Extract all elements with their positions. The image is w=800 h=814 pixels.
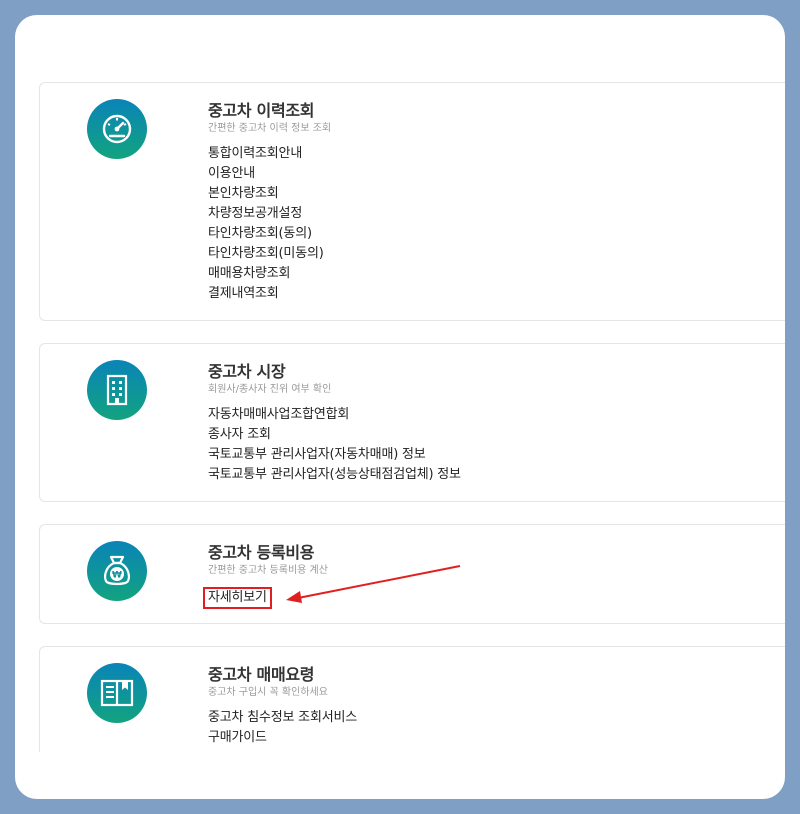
link-molit-dealer-info[interactable]: 국토교통부 관리사업자(자동차매매) 정보 — [208, 445, 461, 465]
section-subtitle: 중고차 구입시 꼭 확인하세요 — [208, 687, 328, 698]
link-employee-lookup[interactable]: 종사자 조회 — [208, 425, 461, 445]
content-viewport: 중고차 이력조회 간편한 중고차 이력 정보 조회 통합이력조회안내 이용안내 … — [39, 82, 785, 752]
section-title: 중고차 이력조회 — [208, 101, 315, 120]
link-other-vehicle-no-consent[interactable]: 타인차량조회(미동의) — [208, 244, 331, 264]
link-own-vehicle-lookup[interactable]: 본인차량조회 — [208, 184, 331, 204]
annotation-arrow — [286, 565, 461, 603]
link-molit-inspection-info[interactable]: 국토교통부 관리사업자(성능상태점검업체) 정보 — [208, 465, 461, 485]
speedometer-icon — [87, 99, 147, 159]
svg-text:₩: ₩ — [112, 571, 122, 581]
section-title: 중고차 시장 — [208, 362, 286, 381]
link-buying-guide[interactable]: 구매가이드 — [208, 728, 357, 748]
book-icon — [87, 663, 147, 723]
section-title: 중고차 매매요령 — [208, 665, 315, 684]
section-subtitle: 간편한 중고차 이력 정보 조회 — [208, 123, 332, 134]
link-integrated-history-guide[interactable]: 통합이력조회안내 — [208, 144, 331, 164]
money-bag-icon: ₩ — [87, 541, 147, 601]
link-dealers-association[interactable]: 자동차매매사업조합연합회 — [208, 405, 461, 425]
link-flood-info-service[interactable]: 중고차 침수정보 조회서비스 — [208, 708, 357, 728]
details-link[interactable]: 자세히보기 — [203, 587, 272, 609]
section-card-history: 중고차 이력조회 간편한 중고차 이력 정보 조회 통합이력조회안내 이용안내 … — [39, 82, 785, 321]
link-usage-guide[interactable]: 이용안내 — [208, 164, 331, 184]
link-vehicle-info-disclosure[interactable]: 차량정보공개설정 — [208, 204, 331, 224]
building-icon — [87, 360, 147, 420]
section-card-trading-tips: 중고차 매매요령 중고차 구입시 꼭 확인하세요 중고차 침수정보 조회서비스 … — [39, 646, 785, 752]
section-card-market: 중고차 시장 회원사/종사자 진위 여부 확인 자동차매매사업조합연합회 종사자… — [39, 343, 785, 502]
link-sale-vehicle-lookup[interactable]: 매매용차량조회 — [208, 264, 331, 284]
link-payment-history[interactable]: 결제내역조회 — [208, 284, 331, 304]
section-subtitle: 회원사/종사자 진위 여부 확인 — [208, 384, 332, 395]
link-other-vehicle-consent[interactable]: 타인차량조회(동의) — [208, 224, 331, 244]
page-frame: 중고차 이력조회 간편한 중고차 이력 정보 조회 통합이력조회안내 이용안내 … — [15, 15, 785, 799]
